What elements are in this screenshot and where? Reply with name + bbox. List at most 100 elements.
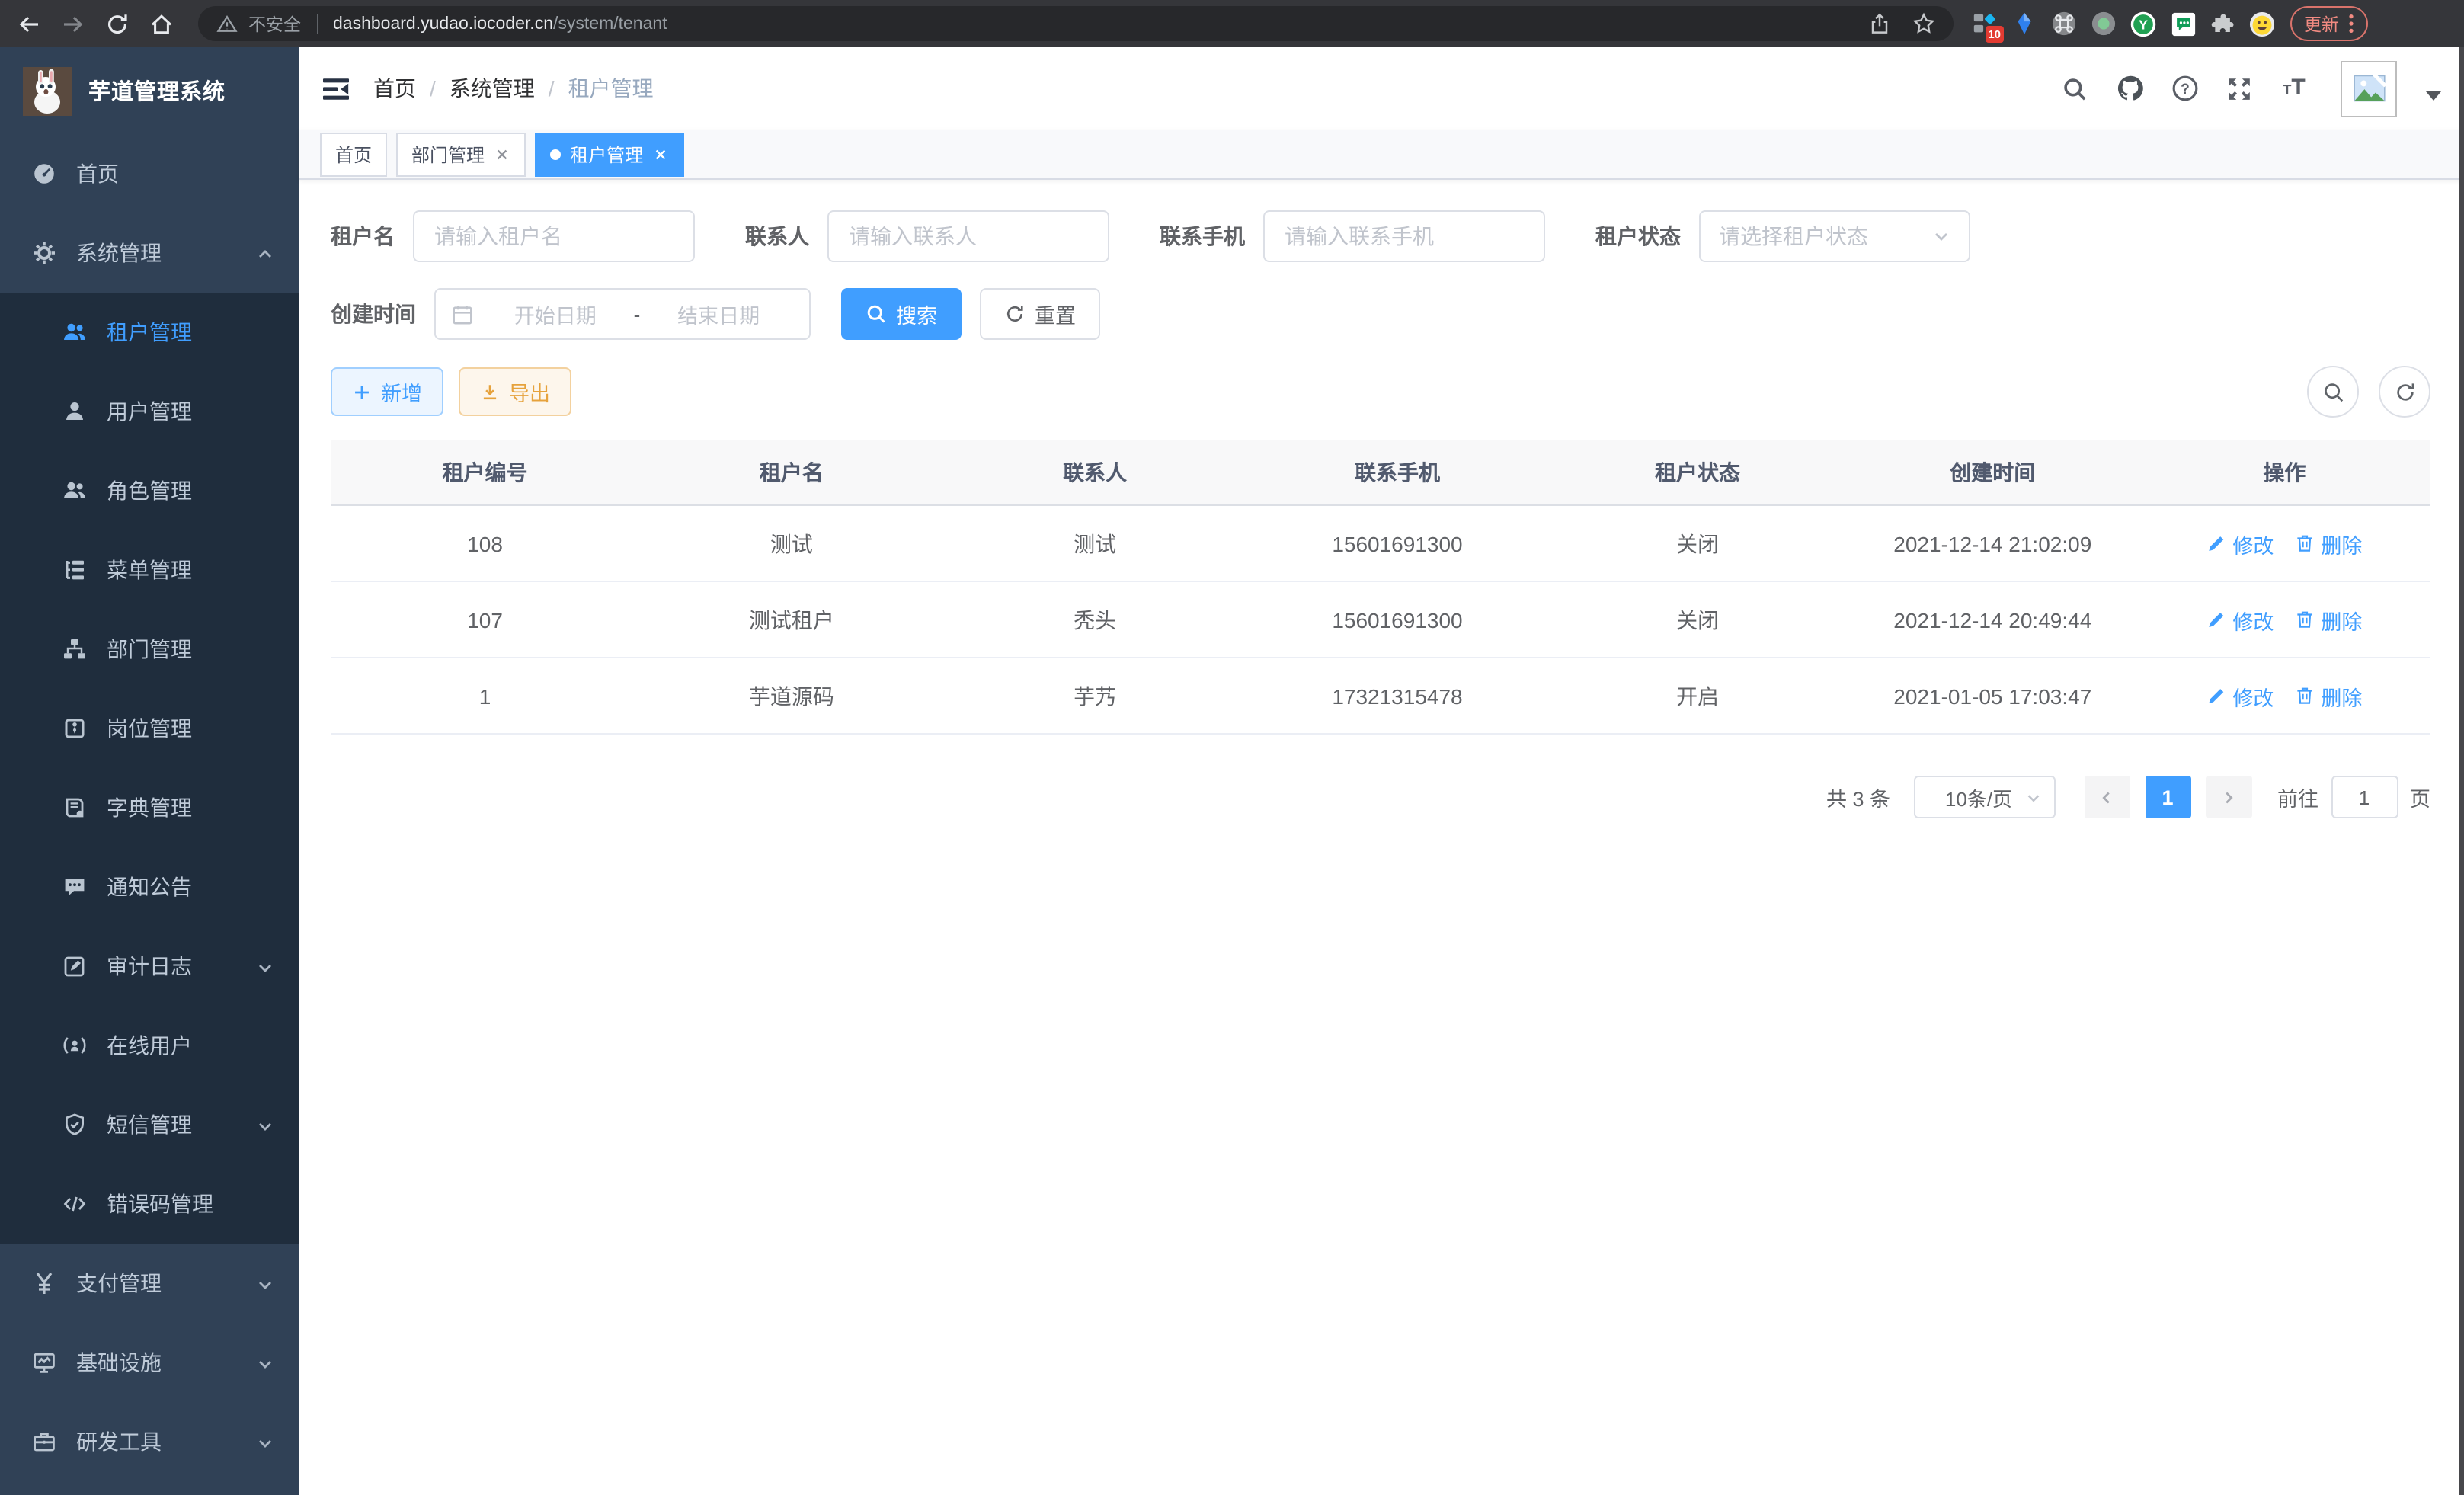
broadcast-user-icon (62, 1033, 87, 1058)
avatar[interactable] (2341, 60, 2397, 117)
sidebar-item-sms[interactable]: 短信管理 (0, 1085, 299, 1164)
sidebar-item-online-users[interactable]: 在线用户 (0, 1006, 299, 1085)
page-content: 租户名 联系人 联系手机 租户状态 请选择租户状态 (299, 180, 2464, 1495)
column-header-id: 租户编号 (331, 440, 639, 505)
sidebar-item-dev-tools[interactable]: 研发工具 (0, 1402, 299, 1481)
tenant-users-icon (62, 320, 87, 344)
sidebar-item-menu[interactable]: 菜单管理 (0, 530, 299, 610)
page-size-select[interactable]: 10条/页 (1913, 776, 2055, 818)
chevron-down-icon (256, 1274, 274, 1292)
sidebar-item-home[interactable]: 首页 (0, 134, 299, 213)
total-count: 共 3 条 (1826, 782, 1890, 812)
export-button[interactable]: 导出 (459, 367, 571, 416)
font-size-icon[interactable]: TT (2280, 74, 2309, 103)
extension-y-icon[interactable]: Y (2130, 11, 2156, 37)
download-icon (480, 382, 500, 402)
kebab-menu-icon (2348, 12, 2354, 35)
tab-label: 租户管理 (570, 141, 643, 167)
logo-rabbit-image (23, 66, 72, 115)
help-icon[interactable]: ? (2170, 74, 2199, 103)
profile-avatar-icon[interactable] (2249, 11, 2275, 37)
hamburger-icon[interactable] (322, 75, 350, 101)
tab-home[interactable]: 首页 (320, 132, 387, 176)
extension-dot-icon[interactable] (2091, 11, 2117, 37)
github-icon[interactable] (2115, 74, 2144, 103)
close-icon[interactable] (652, 146, 669, 162)
sidebar-item-system[interactable]: 系统管理 (0, 213, 299, 293)
forward-icon[interactable] (59, 10, 87, 37)
bookmark-star-icon[interactable] (1912, 12, 1935, 35)
home-icon[interactable] (148, 10, 175, 37)
goto-page-input[interactable] (2331, 776, 2398, 818)
refresh-icon (1004, 303, 1026, 325)
sidebar-item-audit-log[interactable]: 审计日志 (0, 927, 299, 1006)
tenant-name-input[interactable] (413, 210, 695, 262)
column-header-name: 租户名 (639, 440, 944, 505)
tab-dept[interactable]: 部门管理 (396, 132, 526, 176)
user-icon (62, 399, 87, 424)
sidebar-item-notice[interactable]: 通知公告 (0, 847, 299, 927)
caret-down-icon[interactable] (2426, 91, 2441, 101)
delete-button[interactable]: 删除 (2295, 604, 2362, 635)
sidebar-item-post[interactable]: 岗位管理 (0, 689, 299, 768)
add-button[interactable]: 新增 (331, 367, 443, 416)
reload-icon[interactable] (104, 10, 131, 37)
extension-command-icon[interactable] (2051, 11, 2077, 37)
sidebar-item-infra[interactable]: 基础设施 (0, 1323, 299, 1402)
delete-button[interactable]: 删除 (2295, 528, 2362, 559)
search-icon[interactable] (2060, 74, 2089, 103)
cell-status: 开启 (1548, 658, 1846, 734)
sidebar-item-dict[interactable]: 字典管理 (0, 768, 299, 847)
search-button[interactable]: 搜索 (841, 288, 962, 340)
page-number-current[interactable]: 1 (2145, 776, 2190, 818)
gear-icon (32, 241, 56, 265)
sidebar-menu: 首页 系统管理 租户管理 用户管理 角色管理 (0, 134, 299, 1481)
delete-button[interactable]: 删除 (2295, 680, 2362, 711)
reset-button[interactable]: 重置 (980, 288, 1100, 340)
column-header-contact: 联系人 (944, 440, 1246, 505)
sidebar-logo[interactable]: 芋道管理系统 (0, 47, 299, 134)
page-size-value: 10条/页 (1933, 783, 2024, 812)
tags-view-bar: 首页 部门管理 租户管理 (299, 130, 2464, 180)
breadcrumb-section[interactable]: 系统管理 (450, 73, 535, 104)
chevron-down-icon (2024, 789, 2041, 805)
extensions-puzzle-icon[interactable] (2210, 11, 2235, 37)
sidebar: 芋道管理系统 首页 系统管理 租户管理 用户管 (0, 47, 299, 1495)
fullscreen-icon[interactable] (2225, 74, 2254, 103)
contact-label: 联系人 (745, 221, 809, 251)
sidebar-item-dept[interactable]: 部门管理 (0, 610, 299, 689)
sidebar-item-role[interactable]: 角色管理 (0, 451, 299, 530)
back-icon[interactable] (15, 10, 43, 37)
contact-input[interactable] (827, 210, 1109, 262)
extension-chat-icon[interactable] (2170, 11, 2196, 37)
extension-kite-icon[interactable] (2011, 11, 2037, 37)
cell-status: 关闭 (1548, 581, 1846, 658)
refresh-table-button[interactable] (2379, 366, 2430, 418)
next-page-button[interactable] (2206, 776, 2251, 818)
cell-mobile: 17321315478 (1246, 658, 1549, 734)
column-header-mobile: 联系手机 (1246, 440, 1549, 505)
cell-actions: 修改删除 (2139, 581, 2430, 658)
share-icon[interactable] (1868, 12, 1891, 35)
mobile-input[interactable] (1263, 210, 1545, 262)
sidebar-item-tenant[interactable]: 租户管理 (0, 293, 299, 372)
edit-button[interactable]: 修改 (2206, 604, 2274, 635)
chevron-left-icon (2098, 789, 2115, 805)
edit-button[interactable]: 修改 (2206, 680, 2274, 711)
tab-tenant[interactable]: 租户管理 (535, 132, 684, 176)
status-select[interactable]: 请选择租户状态 (1699, 210, 1970, 262)
goto-label: 前往 (2277, 782, 2318, 812)
cell-name: 测试租户 (639, 581, 944, 658)
address-bar[interactable]: 不安全 dashboard.yudao.iocoder.cn/system/te… (198, 6, 1954, 41)
toggle-search-button[interactable] (2307, 366, 2359, 418)
sidebar-item-user[interactable]: 用户管理 (0, 372, 299, 451)
close-icon[interactable] (494, 146, 510, 162)
sidebar-item-payment[interactable]: 支付管理 (0, 1244, 299, 1323)
extension-tampermonkey-icon[interactable]: 10 (1972, 11, 1998, 37)
prev-page-button[interactable] (2084, 776, 2130, 818)
chrome-update-button[interactable]: 更新 (2290, 6, 2368, 41)
edit-button[interactable]: 修改 (2206, 528, 2274, 559)
breadcrumb-home[interactable]: 首页 (373, 73, 416, 104)
create-time-daterange[interactable]: 开始日期 - 结束日期 (434, 288, 811, 340)
sidebar-item-error-code[interactable]: 错误码管理 (0, 1164, 299, 1244)
